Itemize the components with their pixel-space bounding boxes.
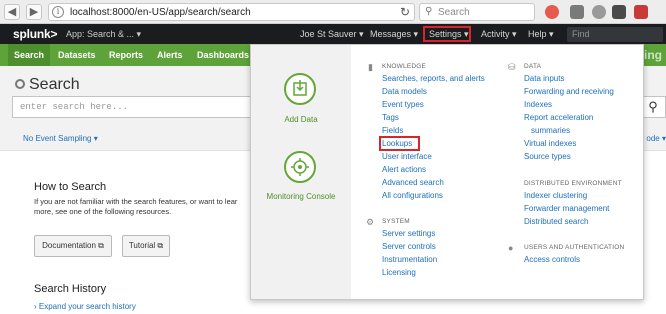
menu-item-advanced-search[interactable]: Advanced search	[382, 178, 444, 187]
menu-item-forwarder-management[interactable]: Forwarder management	[524, 204, 609, 213]
menu-item-user-interface[interactable]: User interface	[382, 152, 432, 161]
page-title: Search	[15, 76, 80, 94]
browser-search-placeholder: Search	[438, 7, 470, 18]
expand-history-label: Expand your search history	[38, 302, 136, 311]
tab-search[interactable]: Search	[8, 44, 51, 66]
lookups-highlight	[379, 136, 420, 151]
browser-toolbar: ◀ ▶ i localhost:8000/en-US/app/search/se…	[0, 0, 666, 24]
app-menu[interactable]: App: Search & ... ▾	[66, 29, 141, 40]
gear-icon[interactable]	[592, 5, 606, 19]
menu-item-distributed-search[interactable]: Distributed search	[524, 217, 588, 226]
add-data-icon[interactable]	[284, 73, 316, 105]
address-bar[interactable]: i localhost:8000/en-US/app/search/search…	[48, 3, 415, 21]
info-icon[interactable]: i	[52, 6, 64, 18]
menu-item-event-types[interactable]: Event types	[382, 100, 424, 109]
shield-icon[interactable]	[634, 5, 648, 19]
menu-item-fields[interactable]: Fields	[382, 126, 403, 135]
extension-icon[interactable]	[545, 5, 559, 19]
tab-reports[interactable]: Reports	[103, 44, 149, 66]
menu-item-report-acceleration[interactable]: Report acceleration	[524, 113, 593, 122]
menu-item-source-types[interactable]: Source types	[524, 152, 571, 161]
menu-item-report-acceleration-summaries[interactable]: summaries	[531, 126, 570, 135]
browser-search-input[interactable]: ⚲ Search	[419, 3, 535, 21]
how-to-search-title: How to Search	[34, 181, 107, 193]
messages-menu[interactable]: Messages ▾	[370, 29, 418, 40]
menu-item-all-configurations[interactable]: All configurations	[382, 191, 443, 200]
menu-item-licensing[interactable]: Licensing	[382, 268, 416, 277]
settings-highlight	[423, 26, 471, 42]
database-icon: ⛁	[508, 62, 516, 72]
menu-item-access-controls[interactable]: Access controls	[524, 255, 580, 264]
help-menu[interactable]: Help ▾	[528, 29, 554, 40]
find-placeholder: Find	[572, 29, 590, 39]
menu-item-instrumentation[interactable]: Instrumentation	[382, 255, 437, 264]
system-settings-icon: ⚙	[366, 217, 375, 227]
menu-item-alert-actions[interactable]: Alert actions	[382, 165, 426, 174]
activity-menu[interactable]: Activity ▾	[481, 29, 517, 40]
search-icon	[15, 79, 25, 89]
extension-icon[interactable]	[612, 5, 626, 19]
monitoring-console-icon[interactable]	[284, 151, 316, 183]
menu-item-indexer-clustering[interactable]: Indexer clustering	[524, 191, 587, 200]
menu-item-data-models[interactable]: Data models	[382, 87, 427, 96]
find-input[interactable]: Find	[567, 27, 663, 42]
distributed-section-title: DISTRIBUTED ENVIRONMENT	[524, 180, 622, 187]
documentation-button[interactable]: Documentation ⧉	[34, 235, 112, 257]
search-input[interactable]: enter search here...	[12, 96, 257, 118]
menu-item-data-inputs[interactable]: Data inputs	[524, 74, 564, 83]
search-mode-dropdown[interactable]: ode ▾	[646, 134, 666, 143]
extension-icon[interactable]	[570, 5, 584, 19]
tab-alerts[interactable]: Alerts	[151, 44, 189, 66]
menu-item-forwarding-receiving[interactable]: Forwarding and receiving	[524, 87, 614, 96]
menu-item-searches-reports-alerts[interactable]: Searches, reports, and alerts	[382, 74, 485, 83]
users-section-title: USERS AND AUTHENTICATION	[524, 244, 625, 251]
bookmark-icon: ▮	[368, 62, 373, 72]
search-placeholder: enter search here...	[20, 102, 129, 112]
back-icon[interactable]: ◀	[4, 4, 20, 20]
menu-item-tags[interactable]: Tags	[382, 113, 399, 122]
search-icon: ⚲	[425, 6, 433, 17]
add-data-link[interactable]: Add Data	[251, 115, 351, 124]
user-menu[interactable]: Joe St Sauver ▾	[300, 29, 364, 40]
reload-icon[interactable]: ↻	[400, 5, 410, 19]
menu-item-virtual-indexes[interactable]: Virtual indexes	[524, 139, 576, 148]
event-sampling-dropdown[interactable]: No Event Sampling ▾	[23, 134, 98, 143]
data-section-title: DATA	[524, 63, 542, 70]
system-section-title: SYSTEM	[382, 218, 410, 225]
splunk-logo[interactable]: splunk>	[13, 27, 57, 41]
knowledge-section-title: KNOWLEDGE	[382, 63, 427, 70]
how-to-search-text: If you are not familiar with the search …	[34, 197, 238, 216]
tab-datasets[interactable]: Datasets	[52, 44, 102, 66]
monitoring-console-link[interactable]: Monitoring Console	[251, 192, 351, 201]
menu-item-server-controls[interactable]: Server controls	[382, 242, 436, 251]
forward-icon[interactable]: ▶	[26, 4, 42, 20]
splunk-topbar: splunk> App: Search & ... ▾ Joe St Sauve…	[0, 24, 666, 44]
page-title-text: Search	[29, 76, 80, 93]
dropdown-shortcuts: Add Data Monitoring Console	[251, 45, 351, 299]
expand-history-link[interactable]: › Expand your search history	[34, 302, 136, 311]
menu-item-indexes[interactable]: Indexes	[524, 100, 552, 109]
tab-dashboards[interactable]: Dashboards	[191, 44, 255, 66]
search-history-title: Search History	[34, 283, 107, 295]
url-text: localhost:8000/en-US/app/search/search	[70, 7, 251, 18]
menu-item-server-settings[interactable]: Server settings	[382, 229, 435, 238]
tutorial-button[interactable]: Tutorial ⧉	[122, 235, 170, 257]
user-icon: ●	[508, 243, 514, 253]
